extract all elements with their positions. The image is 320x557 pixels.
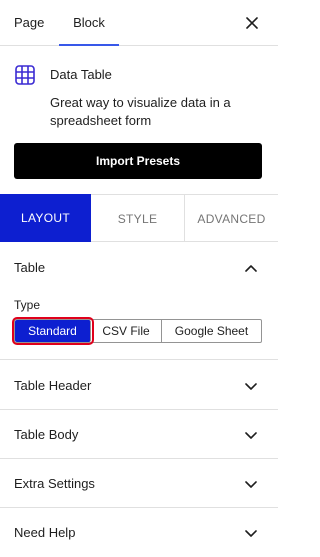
panel-need-help[interactable]: Need Help xyxy=(0,508,278,557)
panel-title: Extra Settings xyxy=(14,476,95,491)
panel-title-table: Table xyxy=(14,260,46,275)
tab-layout[interactable]: LAYOUT xyxy=(0,194,91,242)
table-panel: Table Type Standard CSV File Google Shee… xyxy=(0,243,278,360)
sidebar-top-tabs: Page Block xyxy=(0,0,278,46)
type-label: Type xyxy=(14,298,41,312)
panel-title: Table Header xyxy=(14,378,92,393)
panel-extra-settings[interactable]: Extra Settings xyxy=(0,459,278,508)
tab-block[interactable]: Block xyxy=(59,0,119,46)
chevron-up-icon xyxy=(244,261,258,275)
table-panel-toggle[interactable]: Table xyxy=(0,243,278,292)
tab-style[interactable]: STYLE xyxy=(91,194,185,242)
block-description: Great way to visualize data in a spreads… xyxy=(50,95,231,128)
chevron-down-icon xyxy=(244,379,258,393)
import-presets-button[interactable]: Import Presets xyxy=(14,143,262,179)
panel-title: Table Body xyxy=(14,427,79,442)
block-title: Data Table xyxy=(50,67,112,82)
chevron-down-icon xyxy=(244,526,258,540)
panel-title: Need Help xyxy=(14,525,76,540)
settings-tabs: LAYOUT STYLE ADVANCED xyxy=(0,194,278,242)
panel-table-header[interactable]: Table Header xyxy=(0,361,278,410)
type-option-standard[interactable]: Standard xyxy=(12,317,94,345)
chevron-down-icon xyxy=(244,428,258,442)
tab-page[interactable]: Page xyxy=(14,0,44,46)
tab-advanced[interactable]: ADVANCED xyxy=(185,194,278,242)
block-card: Data Table Great way to visualize data i… xyxy=(0,46,278,192)
type-option-csv-file[interactable]: CSV File xyxy=(91,320,162,342)
type-option-google-sheet[interactable]: Google Sheet xyxy=(162,320,261,342)
panel-table-body[interactable]: Table Body xyxy=(0,410,278,459)
close-icon[interactable] xyxy=(242,13,262,33)
chevron-down-icon xyxy=(244,477,258,491)
table-type-toggle-group: Standard CSV File Google Sheet xyxy=(12,317,262,345)
table-grid-icon xyxy=(14,64,36,86)
